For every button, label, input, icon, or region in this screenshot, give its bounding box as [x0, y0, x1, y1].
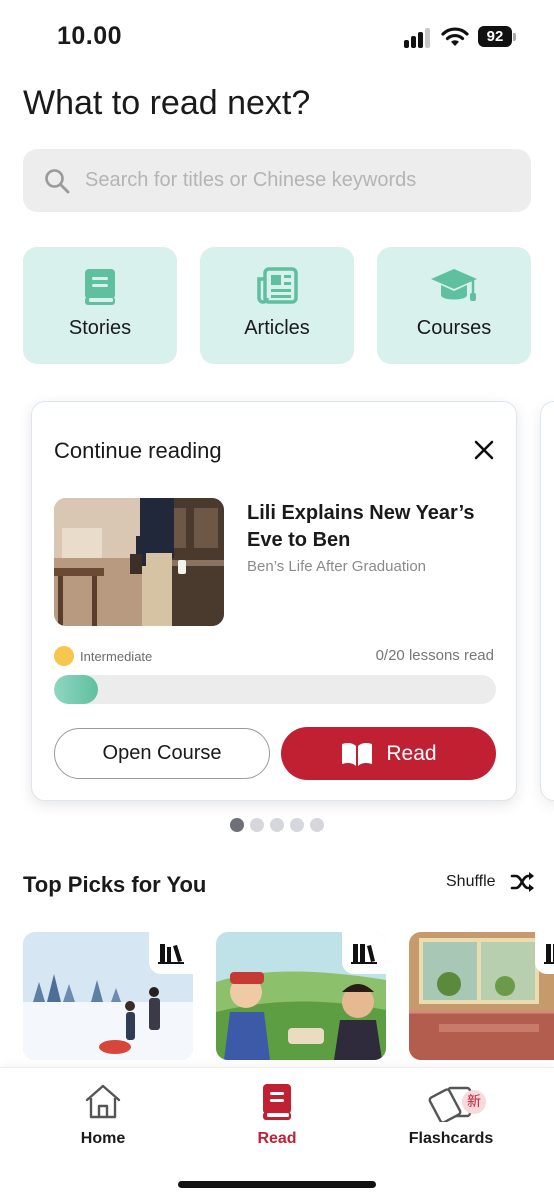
books-icon: [149, 932, 193, 974]
pager-dot[interactable]: [310, 818, 324, 832]
top-pick-card[interactable]: [23, 932, 193, 1060]
category-label: Articles: [244, 317, 310, 339]
category-label: Courses: [416, 317, 492, 339]
newspaper-icon: [257, 267, 298, 304]
books-icon: [535, 932, 554, 974]
wifi-icon: [441, 27, 469, 46]
book-icon: [85, 269, 115, 305]
section-title: Top Picks for You: [23, 872, 207, 897]
open-course-button[interactable]: Open Course: [54, 728, 270, 779]
home-icon: [85, 1084, 121, 1119]
lessons-read-count: 0/20 lessons read: [375, 647, 494, 664]
status-bar: 10.00 92: [0, 0, 554, 72]
top-pick-card[interactable]: [216, 932, 386, 1060]
card-heading: Continue reading: [54, 438, 222, 463]
course-title[interactable]: Lili Explains New Year’s Eve to Ben: [247, 500, 497, 554]
nav-label-read: Read: [257, 1130, 297, 1147]
shuffle-button[interactable]: Shuffle: [446, 871, 536, 893]
pager-dot[interactable]: [250, 818, 264, 832]
battery-icon: 92: [478, 26, 512, 47]
nav-label-home: Home: [80, 1130, 126, 1147]
top-pick-card[interactable]: [409, 932, 554, 1060]
page-title: What to read next?: [23, 84, 311, 122]
search-input[interactable]: [85, 169, 505, 192]
new-badge: 新: [462, 1090, 486, 1114]
nav-item-home[interactable]: Home: [33, 1082, 173, 1148]
cellular-signal-icon: [404, 28, 434, 48]
next-card-peek[interactable]: [540, 401, 554, 801]
shuffle-label: Shuffle: [446, 873, 496, 890]
read-button[interactable]: Read: [281, 727, 496, 780]
category-label: Stories: [68, 317, 132, 339]
course-subtitle: Ben’s Life After Graduation: [247, 558, 427, 575]
status-time: 10.00: [57, 22, 123, 50]
category-courses[interactable]: Courses: [377, 247, 531, 364]
read-button-label: Read: [386, 741, 437, 765]
course-thumbnail[interactable]: [54, 498, 224, 626]
carousel-pager: [230, 818, 324, 832]
graduation-cap-icon: [431, 269, 477, 301]
progress-fill: [54, 675, 98, 704]
pager-dot[interactable]: [270, 818, 284, 832]
level-indicator: [54, 646, 74, 666]
pick-illustration-room: [409, 932, 554, 1060]
nav-item-flashcards[interactable]: 新 Flashcards: [381, 1082, 521, 1148]
close-icon[interactable]: [472, 438, 496, 462]
open-book-icon: [342, 742, 373, 766]
battery-level: 92: [486, 28, 504, 45]
nav-label-flashcards: Flashcards: [408, 1130, 494, 1147]
continue-reading-card: Continue reading Lili Explains New Year’…: [31, 401, 517, 801]
books-icon: [342, 932, 386, 974]
book-icon: [263, 1084, 291, 1120]
search-icon: [45, 168, 70, 193]
category-stories[interactable]: Stories: [23, 247, 177, 364]
pager-dot[interactable]: [290, 818, 304, 832]
nav-item-read[interactable]: Read: [207, 1082, 347, 1148]
home-indicator: [178, 1181, 376, 1188]
shuffle-icon: [510, 872, 534, 892]
progress-bar: [54, 675, 496, 704]
search-bar[interactable]: [23, 149, 531, 212]
category-articles[interactable]: Articles: [200, 247, 354, 364]
battery-tip: [513, 33, 516, 41]
level-label: Intermediate: [80, 649, 153, 664]
pager-dot[interactable]: [230, 818, 244, 832]
